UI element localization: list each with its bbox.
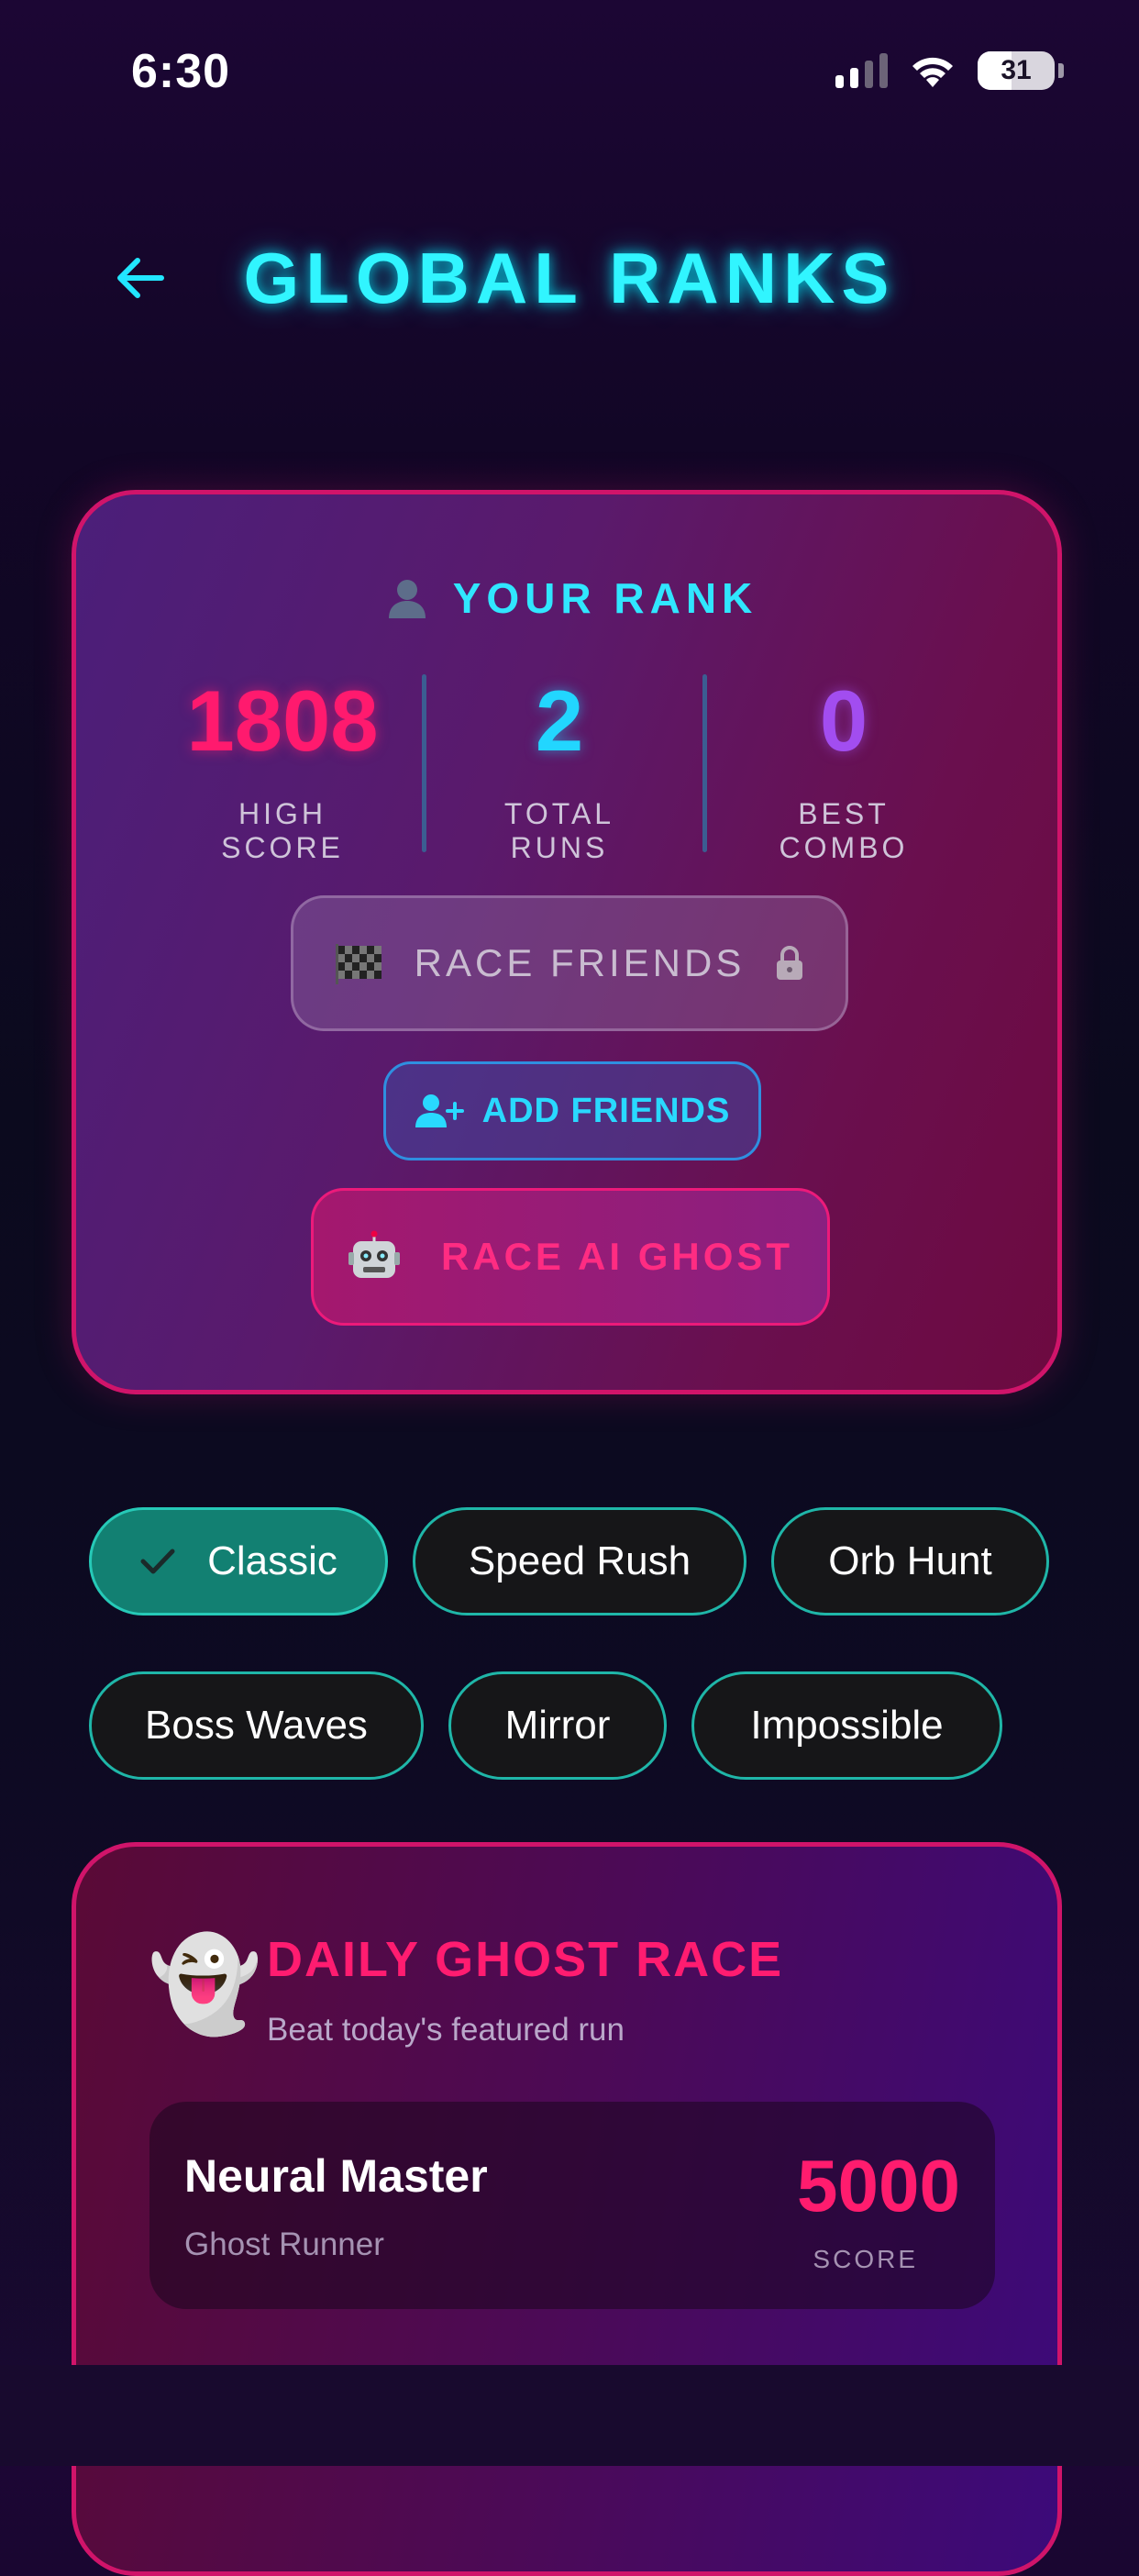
race-ai-ghost-label: RACE AI GHOST: [440, 1235, 794, 1278]
lock-icon: [777, 946, 803, 980]
mode-label: Classic: [207, 1538, 337, 1583]
runner-score: 5000: [797, 2145, 960, 2226]
total-runs-label: TOTAL RUNS: [503, 797, 615, 864]
daily-ghost-subtitle: Beat today's featured run: [267, 2012, 625, 2048]
stat-best-combo: 0 BEST COMBO: [729, 678, 958, 865]
race-friends-label: RACE FRIENDS: [414, 941, 746, 984]
featured-runner-card[interactable]: Neural Master Ghost Runner 5000 SCORE: [149, 2102, 995, 2309]
stat-divider: [422, 674, 426, 852]
page-title: GLOBAL RANKS: [243, 238, 896, 318]
daily-ghost-title: DAILY GHOST RACE: [267, 1932, 784, 1987]
status-time: 6:30: [131, 45, 231, 98]
add-user-icon: [415, 1094, 464, 1127]
ghost-icon: 👻: [148, 1933, 262, 2036]
mode-label: Orb Hunt: [828, 1538, 992, 1583]
check-icon: [140, 1549, 175, 1574]
runner-name: Neural Master: [184, 2150, 488, 2202]
daily-ghost-race-card[interactable]: 👻 DAILY GHOST RACE Beat today's featured…: [72, 1842, 1062, 2576]
cellular-signal-icon: [835, 53, 888, 88]
best-combo-value: 0: [819, 672, 868, 769]
checkered-flag-icon: [335, 944, 382, 984]
rank-stats: 1808 HIGH SCORE 2 TOTAL RUNS 0 BEST COMB…: [76, 674, 1067, 864]
mode-label: Boss Waves: [145, 1703, 368, 1748]
add-friends-button[interactable]: ADD FRIENDS: [383, 1061, 761, 1160]
add-friends-label: ADD FRIENDS: [481, 1091, 731, 1130]
high-score-label: HIGH SCORE: [221, 797, 344, 864]
best-combo-label: BEST COMBO: [779, 797, 909, 864]
mode-label: Speed Rush: [468, 1538, 691, 1583]
user-icon: [388, 580, 426, 618]
mode-chip-speed-rush[interactable]: Speed Rush: [413, 1507, 746, 1616]
mode-chip-orb-hunt[interactable]: Orb Hunt: [771, 1507, 1049, 1616]
total-runs-value: 2: [535, 672, 584, 769]
stat-total-runs: 2 TOTAL RUNS: [454, 678, 665, 865]
mode-label: Impossible: [750, 1703, 944, 1748]
race-ai-ghost-button[interactable]: RACE AI GHOST: [311, 1188, 830, 1326]
mode-chip-classic[interactable]: Classic: [89, 1507, 388, 1616]
battery-level: 31: [1001, 55, 1032, 85]
race-friends-button[interactable]: RACE FRIENDS: [291, 895, 848, 1031]
runner-role: Ghost Runner: [184, 2226, 384, 2262]
your-rank-header: YOUR RANK: [76, 573, 1067, 623]
bottom-area: [0, 2365, 1139, 2466]
high-score-value: 1808: [186, 672, 379, 769]
your-rank-card: YOUR RANK 1808 HIGH SCORE 2 TOTAL RUNS 0…: [72, 490, 1062, 1394]
runner-score-label: SCORE: [813, 2245, 918, 2273]
battery-icon: 31: [978, 51, 1055, 90]
stat-high-score: 1808 HIGH SCORE: [177, 678, 388, 865]
mode-label: Mirror: [504, 1703, 611, 1748]
stat-divider: [702, 674, 707, 852]
wifi-icon: [912, 57, 953, 87]
robot-icon: [348, 1230, 400, 1278]
mode-chip-mirror[interactable]: Mirror: [448, 1671, 667, 1780]
mode-chip-boss-waves[interactable]: Boss Waves: [89, 1671, 424, 1780]
your-rank-label: YOUR RANK: [452, 574, 758, 622]
status-indicators: 31: [835, 51, 1064, 90]
mode-chip-impossible[interactable]: Impossible: [691, 1671, 1002, 1780]
